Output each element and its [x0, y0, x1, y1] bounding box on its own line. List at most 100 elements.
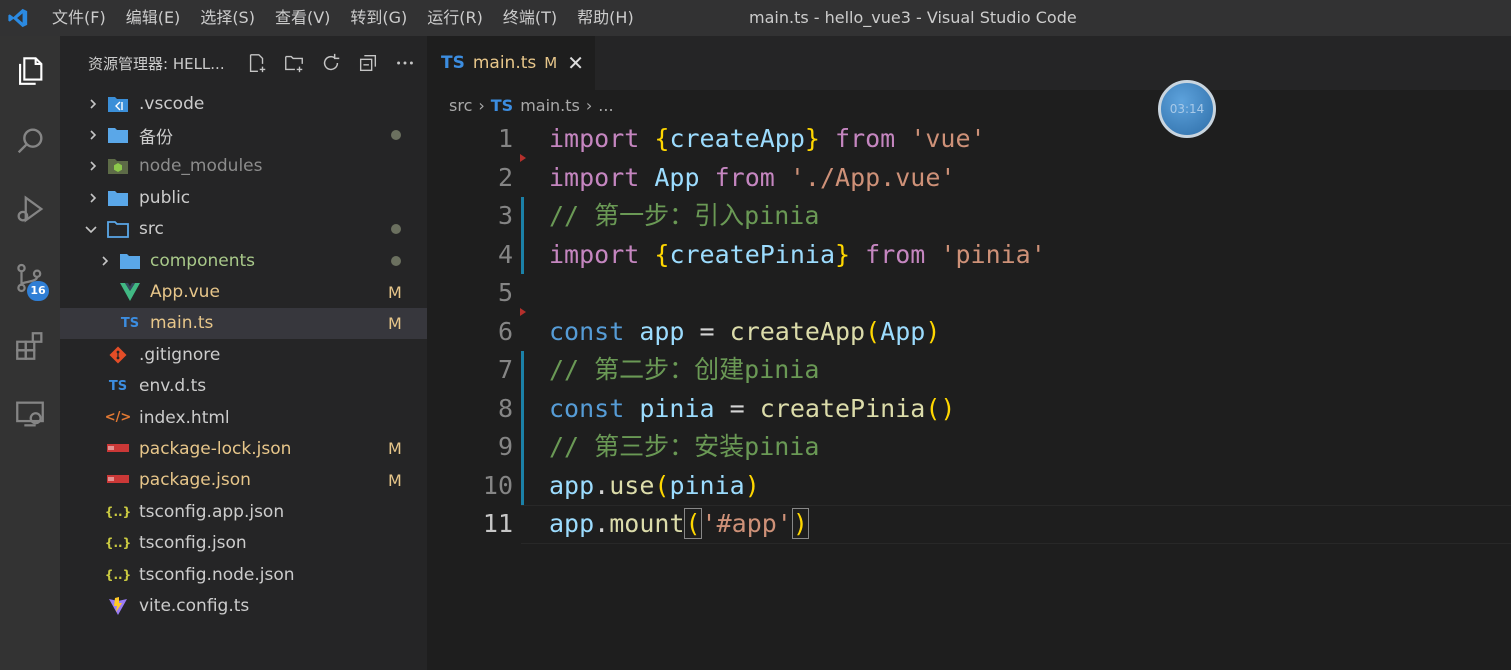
line-number: 7: [497, 355, 513, 384]
collapse-all-icon[interactable]: [349, 49, 386, 77]
json-icon: {..}: [104, 504, 132, 519]
menu-selection[interactable]: 选择(S): [190, 0, 265, 36]
chevron-right-icon: [86, 128, 100, 142]
close-icon[interactable]: ✕: [567, 51, 584, 75]
remote-explorer-icon[interactable]: [0, 384, 60, 444]
menu-go[interactable]: 转到(G): [340, 0, 417, 36]
code-token: from: [714, 162, 775, 192]
code-token: // 第一步：引入pinia: [549, 201, 820, 230]
explorer-header: 资源管理器: HELL...: [60, 36, 427, 90]
tree-item-tsconfig[interactable]: {..} tsconfig.json: [60, 527, 427, 558]
tree-item-app-vue[interactable]: App.vue M: [60, 276, 427, 307]
tree-item-main-ts[interactable]: TS main.ts M: [60, 307, 427, 340]
tree-item-env-d-ts[interactable]: TS env.d.ts: [60, 371, 427, 402]
search-icon[interactable]: [0, 111, 60, 171]
breadcrumb-symbol[interactable]: ...: [598, 96, 613, 115]
code-token: createApp: [669, 124, 805, 153]
breadcrumb-folder[interactable]: src: [449, 96, 472, 115]
code-token: {: [654, 124, 670, 153]
line-number: 2: [497, 162, 513, 192]
refresh-icon[interactable]: [312, 49, 349, 77]
tree-item-vite-config[interactable]: vite.config.ts: [60, 590, 427, 621]
code-token: import: [549, 162, 640, 192]
menu-run[interactable]: 运行(R): [417, 0, 493, 36]
tab-main-ts[interactable]: TS main.ts M ✕: [427, 36, 595, 90]
code-token: ): [925, 316, 941, 346]
code-line[interactable]: 2 import App from './App.vue': [427, 159, 1511, 198]
tree-item-node-modules[interactable]: node_modules: [60, 151, 427, 182]
menu-edit[interactable]: 编辑(E): [116, 0, 191, 36]
line-number: 8: [497, 393, 513, 423]
code-token: '#app': [701, 509, 792, 538]
code-token: pinia: [669, 470, 745, 500]
tree-item-vscode[interactable]: .vscode: [60, 88, 427, 119]
run-debug-icon[interactable]: [0, 179, 60, 239]
source-control-icon[interactable]: 16: [0, 248, 60, 308]
more-icon[interactable]: [386, 49, 423, 77]
code-line[interactable]: 1 import {createApp} from 'vue': [427, 120, 1511, 159]
code-token: createApp: [729, 316, 866, 346]
breadcrumb: src › TS main.ts › ...: [427, 90, 614, 120]
code-line[interactable]: 3 // 第一步：引入pinia: [427, 197, 1511, 236]
code-token: (: [684, 508, 702, 539]
code-token: {: [654, 239, 670, 269]
code-token: 'vue': [910, 124, 986, 153]
menu-help[interactable]: 帮助(H): [567, 0, 644, 36]
file-name: package-lock.json: [139, 438, 292, 459]
code-token: 'pinia': [940, 239, 1046, 269]
file-name: public: [139, 187, 191, 208]
menu-terminal[interactable]: 终端(T): [493, 0, 567, 36]
code-line[interactable]: 9 // 第三步：安装pinia: [427, 428, 1511, 467]
code-line[interactable]: 6 const app = createApp(App): [427, 313, 1511, 352]
file-name: main.ts: [150, 313, 214, 334]
code-line[interactable]: 10 app.use(pinia): [427, 467, 1511, 506]
code-token: createPinia: [759, 393, 926, 423]
code-token: // 第二步：创建pinia: [549, 355, 820, 384]
code-token: }: [804, 124, 820, 153]
code-line[interactable]: 7 // 第二步：创建pinia: [427, 351, 1511, 390]
menu-file[interactable]: 文件(F): [42, 0, 116, 36]
breadcrumb-file[interactable]: main.ts: [520, 96, 580, 115]
code-token: './App.vue': [789, 162, 956, 192]
tree-item-tsconfig-app[interactable]: {..} tsconfig.app.json: [60, 496, 427, 527]
tree-item-tsconfig-node[interactable]: {..} tsconfig.node.json: [60, 559, 427, 590]
tree-item-package-lock[interactable]: package-lock.json M: [60, 433, 427, 464]
file-name: vite.config.ts: [139, 595, 250, 616]
file-name: 备份: [139, 127, 173, 148]
line-number: 1: [497, 124, 513, 153]
line-number: 5: [497, 278, 513, 307]
window-title: main.ts - hello_vue3 - Visual Studio Cod…: [749, 8, 1077, 27]
folder-icon: [106, 123, 130, 147]
code-line[interactable]: 4 import {createPinia} from 'pinia': [427, 236, 1511, 275]
code-line[interactable]: 11 app.mount('#app'): [427, 505, 1511, 544]
editor-tabs: TS main.ts M ✕: [427, 36, 1511, 90]
typescript-icon: TS: [108, 378, 128, 394]
tree-item-backup[interactable]: 备份: [60, 119, 427, 150]
tree-item-package-json[interactable]: package.json M: [60, 465, 427, 496]
chevron-right-icon: [98, 254, 112, 268]
code-text: // 第三步：安装pinia: [549, 428, 819, 467]
explorer-icon[interactable]: [0, 41, 60, 101]
extensions-icon[interactable]: [0, 316, 60, 376]
tree-item-gitignore[interactable]: .gitignore: [60, 339, 427, 370]
menu-view[interactable]: 查看(V): [265, 0, 340, 36]
git-icon: [106, 343, 130, 367]
new-folder-icon[interactable]: [275, 49, 312, 77]
npm-icon: [106, 437, 130, 461]
code-token: import: [549, 124, 640, 153]
chevron-down-icon: [84, 222, 98, 236]
tree-item-index-html[interactable]: </> index.html: [60, 402, 427, 433]
tree-item-components[interactable]: components: [60, 245, 427, 276]
code-line[interactable]: 5: [427, 274, 1511, 313]
code-line[interactable]: 8 const pinia = createPinia(): [427, 390, 1511, 429]
code-editor[interactable]: 1 import {createApp} from 'vue' 2 import Ap…: [427, 120, 1511, 544]
tree-item-src[interactable]: src: [60, 214, 427, 245]
tree-item-public[interactable]: public: [60, 182, 427, 213]
new-file-icon[interactable]: [238, 49, 275, 77]
